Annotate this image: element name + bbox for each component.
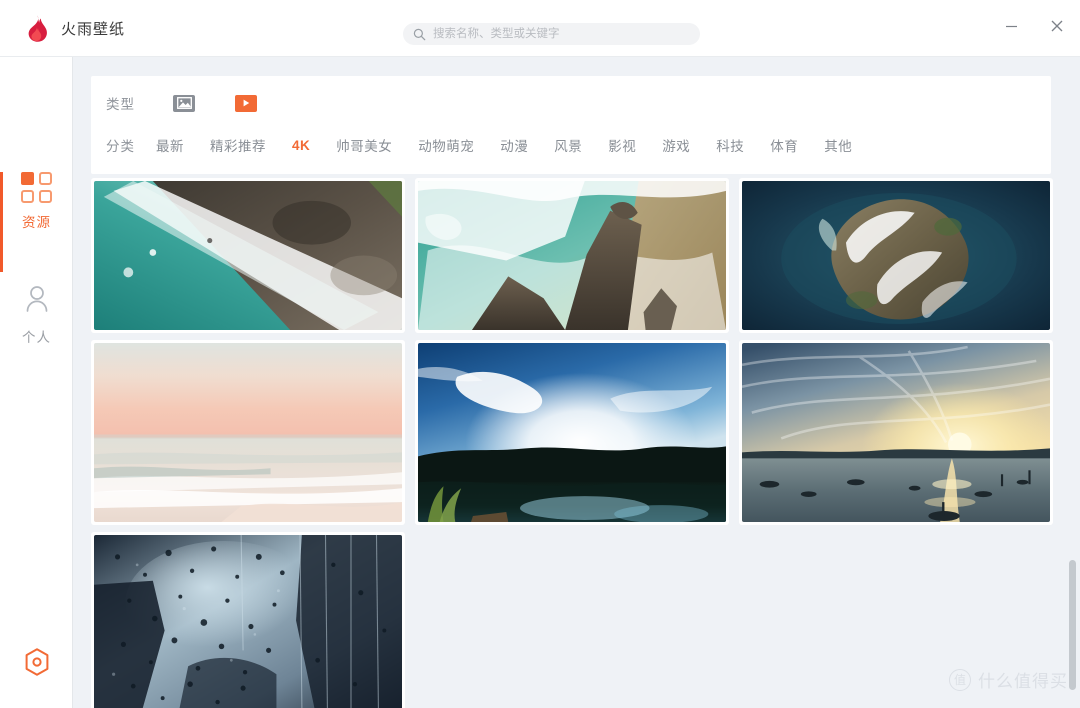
wallpaper-grid [91, 171, 1073, 708]
wallpaper-thumbnail-7 [94, 535, 402, 708]
category-landscape[interactable]: 风景 [554, 135, 582, 155]
sidebar-item-label-resources: 资源 [22, 214, 51, 230]
filter-row-category: 分类 最新 精彩推荐 4K 帅哥美女 动物萌宠 动漫 风景 影视 游戏 科技 体… [91, 124, 1051, 166]
wallpaper-card-5[interactable] [415, 340, 729, 525]
category-movies[interactable]: 影视 [608, 135, 636, 155]
app-title: 火雨壁纸 [61, 20, 126, 38]
wallpaper-thumbnail-4 [94, 343, 402, 522]
filter-label-type: 类型 [106, 97, 135, 112]
grid-icon [21, 171, 52, 203]
category-games[interactable]: 游戏 [662, 135, 690, 155]
settings-hexagon-icon [23, 647, 51, 682]
wallpaper-card-2[interactable] [415, 178, 729, 333]
type-option-video[interactable] [235, 94, 257, 112]
sidebar: 资源 个人 [0, 57, 73, 708]
category-latest[interactable]: 最新 [156, 135, 184, 155]
vertical-scrollbar-track[interactable] [1069, 57, 1078, 708]
window-controls [988, 0, 1080, 57]
type-option-image[interactable] [173, 94, 195, 112]
wallpaper-card-3[interactable] [739, 178, 1053, 333]
wallpaper-thumbnail-3 [742, 181, 1050, 330]
category-people[interactable]: 帅哥美女 [336, 135, 392, 155]
user-icon [24, 285, 50, 318]
wallpaper-card-6[interactable] [739, 340, 1053, 525]
wallpaper-card-7[interactable] [91, 532, 405, 708]
sidebar-item-resources[interactable]: 资源 [0, 162, 73, 272]
wallpaper-thumbnail-6 [742, 343, 1050, 522]
wallpaper-thumbnail-2 [418, 181, 726, 330]
content-area: 类型 分类 最新 精彩推荐 4K 帅哥美女 动物萌宠 动漫 风景 影视 游戏 科… [73, 57, 1080, 708]
wallpaper-card-1[interactable] [91, 178, 405, 333]
play-icon [241, 98, 251, 108]
wallpaper-thumbnail-5 [418, 343, 726, 522]
category-technology[interactable]: 科技 [716, 135, 744, 155]
wallpaper-card-4[interactable] [91, 340, 405, 525]
settings-button[interactable] [0, 647, 73, 681]
search-icon [413, 28, 426, 41]
brand: 火雨壁纸 [24, 0, 125, 56]
category-animals[interactable]: 动物萌宠 [418, 135, 474, 155]
close-icon [1049, 18, 1065, 39]
category-anime[interactable]: 动漫 [500, 135, 528, 155]
vertical-scrollbar-thumb[interactable] [1069, 560, 1076, 690]
category-other[interactable]: 其他 [824, 135, 852, 155]
search-bar[interactable] [403, 23, 700, 45]
sidebar-item-personal[interactable]: 个人 [0, 276, 73, 354]
category-sports[interactable]: 体育 [770, 135, 798, 155]
minimize-icon [1004, 19, 1019, 39]
photo-icon [176, 97, 192, 109]
category-4k[interactable]: 4K [292, 138, 310, 153]
title-bar: 火雨壁纸 [0, 0, 1080, 57]
search-input[interactable] [433, 25, 673, 43]
minimize-button[interactable] [988, 9, 1034, 49]
flame-icon [24, 14, 50, 42]
sidebar-item-label-personal: 个人 [22, 329, 51, 345]
wallpaper-thumbnail-1 [94, 181, 402, 330]
filter-panel: 类型 分类 最新 精彩推荐 4K 帅哥美女 动物萌宠 动漫 风景 影视 游戏 科… [91, 76, 1051, 174]
filter-row-type: 类型 [91, 82, 1051, 124]
category-featured[interactable]: 精彩推荐 [210, 135, 266, 155]
close-button[interactable] [1034, 9, 1080, 49]
app-window: 火雨壁纸 搜索名称、类型或关键字 资源 个人 类型 分类 最新 精彩推荐 4K … [0, 0, 1080, 708]
filter-label-category: 分类 [106, 139, 135, 154]
